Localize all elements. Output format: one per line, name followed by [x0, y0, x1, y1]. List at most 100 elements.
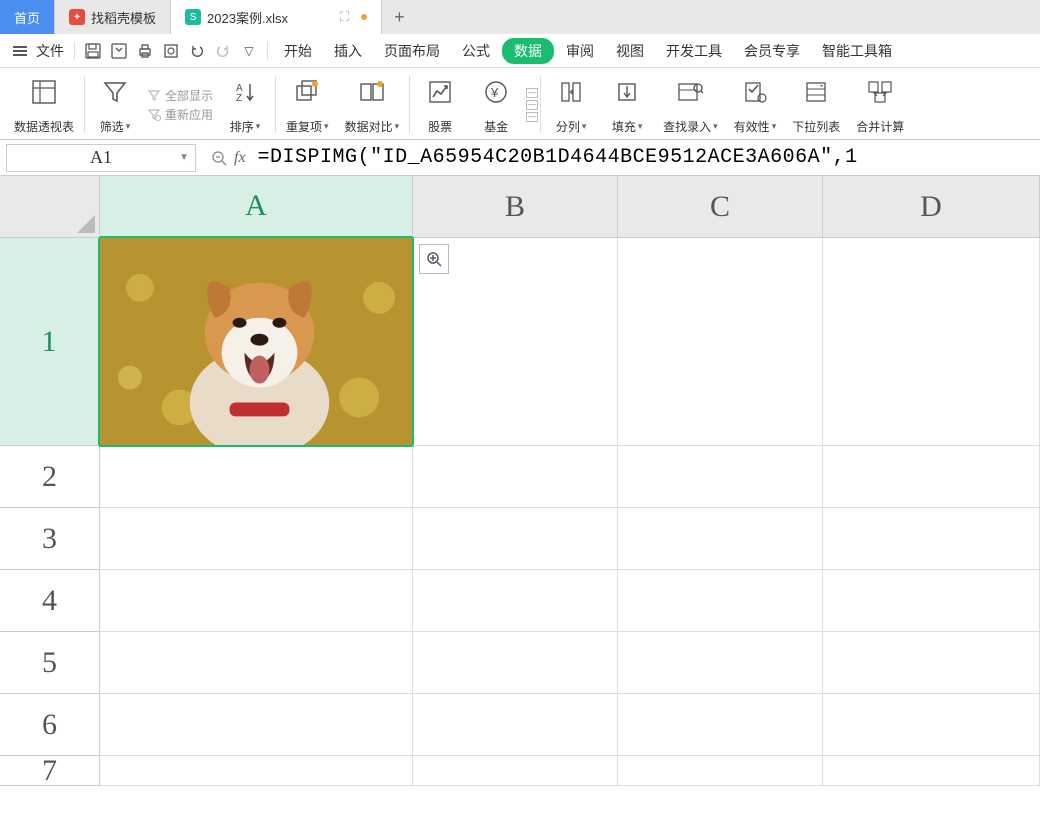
column-header-D[interactable]: D	[823, 176, 1040, 238]
ribbon-duplicates[interactable]: 重复项▾	[278, 72, 337, 137]
menu-页面布局[interactable]: 页面布局	[374, 37, 450, 65]
cell-C1[interactable]	[618, 238, 823, 446]
menu-视图[interactable]: 视图	[606, 37, 654, 65]
cell-A4[interactable]	[100, 570, 413, 632]
tab-templates[interactable]: ✦ 找稻壳模板	[55, 0, 171, 34]
row: 1	[0, 238, 1040, 446]
save-as-icon[interactable]	[107, 39, 131, 63]
save-icon[interactable]	[81, 39, 105, 63]
cell-A1[interactable]	[100, 238, 413, 446]
cell-A6[interactable]	[100, 694, 413, 756]
ribbon-fund[interactable]: ¥ 基金	[468, 72, 524, 137]
row-header-5[interactable]: 5	[0, 632, 100, 694]
cell-D2[interactable]	[823, 446, 1040, 508]
chevron-down-icon[interactable]: ▼	[179, 152, 189, 163]
menu-开发工具[interactable]: 开发工具	[656, 37, 732, 65]
row-header-1[interactable]: 1	[0, 238, 100, 446]
add-tab-button[interactable]: +	[382, 0, 417, 34]
cell-D6[interactable]	[823, 694, 1040, 756]
screen-share-icon[interactable]: ⛶	[340, 9, 349, 25]
image-zoom-button[interactable]	[419, 244, 449, 274]
ribbon-data-compare[interactable]: 数据对比▾	[337, 72, 408, 137]
svg-text:Z: Z	[236, 93, 242, 104]
flame-icon: ✦	[69, 9, 85, 25]
ribbon-mini-down[interactable]: —	[526, 112, 538, 122]
formula-input[interactable]	[254, 144, 1040, 172]
menu-智能工具箱[interactable]: 智能工具箱	[812, 37, 902, 65]
select-all-corner[interactable]	[0, 176, 100, 238]
row-header-4[interactable]: 4	[0, 570, 100, 632]
menu-开始[interactable]: 开始	[274, 37, 322, 65]
ribbon-validity[interactable]: 有效性▾	[726, 72, 785, 137]
row: 4	[0, 570, 1040, 632]
redo-icon[interactable]	[211, 39, 235, 63]
ribbon-mini-up[interactable]: —	[526, 88, 538, 98]
ribbon-mini-mid[interactable]: —	[526, 100, 538, 110]
ribbon-fill[interactable]: 填充▾	[599, 72, 655, 137]
menu-审阅[interactable]: 审阅	[556, 37, 604, 65]
cell-B5[interactable]	[413, 632, 618, 694]
cell-B7[interactable]	[413, 756, 618, 786]
ribbon-split-column[interactable]: 分列▾	[543, 72, 599, 137]
cell-A5[interactable]	[100, 632, 413, 694]
spreadsheet-icon: S	[185, 9, 201, 25]
cell-D5[interactable]	[823, 632, 1040, 694]
undo-icon[interactable]	[185, 39, 209, 63]
cell-A2[interactable]	[100, 446, 413, 508]
cell-A3[interactable]	[100, 508, 413, 570]
cell-C4[interactable]	[618, 570, 823, 632]
column-header-A[interactable]: A	[100, 176, 413, 238]
menu-会员专享[interactable]: 会员专享	[734, 37, 810, 65]
ribbon-stock[interactable]: 股票	[412, 72, 468, 137]
tab-current-file[interactable]: S 2023案例.xlsx ⛶	[171, 0, 382, 34]
cell-D4[interactable]	[823, 570, 1040, 632]
menu-file[interactable]: 文件	[34, 41, 68, 61]
cell-B6[interactable]	[413, 694, 618, 756]
name-box[interactable]: A1 ▼	[6, 144, 196, 172]
row-header-3[interactable]: 3	[0, 508, 100, 570]
column-header-C[interactable]: C	[618, 176, 823, 238]
zoom-out-icon[interactable]	[210, 149, 228, 167]
cell-B3[interactable]	[413, 508, 618, 570]
cell-C6[interactable]	[618, 694, 823, 756]
ribbon-show-all[interactable]: 全部显示	[147, 87, 213, 104]
column-header-B[interactable]: B	[413, 176, 618, 238]
menu-数据[interactable]: 数据	[502, 38, 554, 64]
spreadsheet-grid: ABCD 1234567	[0, 176, 1040, 786]
unsaved-dot-icon	[361, 14, 367, 20]
svg-text:¥: ¥	[490, 85, 499, 100]
row-header-2[interactable]: 2	[0, 446, 100, 508]
row-header-7[interactable]: 7	[0, 756, 100, 786]
cell-D3[interactable]	[823, 508, 1040, 570]
print-preview-icon[interactable]	[159, 39, 183, 63]
column-headers: ABCD	[0, 176, 1040, 238]
ribbon-reapply[interactable]: 重新应用	[147, 106, 213, 123]
cell-B4[interactable]	[413, 570, 618, 632]
cell-A7[interactable]	[100, 756, 413, 786]
row: 6	[0, 694, 1040, 756]
cell-C2[interactable]	[618, 446, 823, 508]
ribbon-find-input[interactable]: 查找录入▾	[655, 72, 726, 137]
cell-C5[interactable]	[618, 632, 823, 694]
cell-B1[interactable]	[413, 238, 618, 446]
ribbon-filter-extra: 全部显示 重新应用	[143, 72, 217, 137]
cell-D7[interactable]	[823, 756, 1040, 786]
ribbon-sort[interactable]: AZ 排序▾	[217, 72, 273, 137]
print-icon[interactable]	[133, 39, 157, 63]
cell-C3[interactable]	[618, 508, 823, 570]
main-menu-icon[interactable]	[8, 39, 32, 63]
row-header-6[interactable]: 6	[0, 694, 100, 756]
menu-bar: 文件 ▽ 开始插入页面布局公式数据审阅视图开发工具会员专享智能工具箱	[0, 34, 1040, 68]
quick-access-dropdown-icon[interactable]: ▽	[237, 39, 261, 63]
ribbon-merge-calc[interactable]: 合并计算	[848, 72, 912, 137]
menu-插入[interactable]: 插入	[324, 37, 372, 65]
cell-B2[interactable]	[413, 446, 618, 508]
tab-home[interactable]: 首页	[0, 0, 55, 34]
ribbon-pivot-table[interactable]: 数据透视表	[6, 72, 82, 137]
menu-公式[interactable]: 公式	[452, 37, 500, 65]
fx-icon[interactable]: fx	[234, 149, 246, 167]
ribbon-filter[interactable]: 筛选▾	[87, 72, 143, 137]
ribbon-dropdown-list[interactable]: 下拉列表	[784, 72, 848, 137]
cell-D1[interactable]	[823, 238, 1040, 446]
cell-C7[interactable]	[618, 756, 823, 786]
